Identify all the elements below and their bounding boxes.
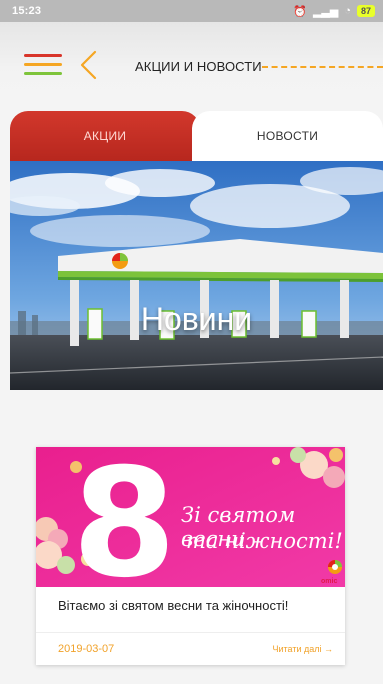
- status-icons: ⏰ ▂▃▅ ◔ 87: [293, 5, 375, 18]
- news-card[interactable]: 8 Зі святом весни та ніжності! omic Віта…: [36, 447, 345, 665]
- alarm-icon: ⏰: [293, 5, 307, 18]
- brand-name: omic: [321, 578, 338, 585]
- gas-station-illustration: [10, 161, 383, 390]
- tab-news[interactable]: НОВОСТИ: [192, 111, 383, 161]
- omic-logo-icon: [328, 560, 342, 574]
- page-title: АКЦИИ И НОВОСТИ: [135, 59, 262, 74]
- tab-promotions[interactable]: АКЦИИ: [10, 111, 200, 161]
- banner-number: 8: [72, 447, 177, 587]
- app-bar: АКЦИИ И НОВОСТИ: [0, 22, 383, 106]
- hero-title: Новини: [140, 301, 253, 337]
- tab-bar: АКЦИИ НОВОСТИ: [10, 111, 383, 161]
- read-more-link[interactable]: Читати далі →: [272, 644, 333, 654]
- title-dashed-line: [262, 66, 383, 68]
- news-hero-image: Новини: [10, 161, 383, 390]
- battery-icon: 87: [356, 5, 375, 17]
- status-time: 15:23: [12, 5, 42, 17]
- hamburger-menu-icon[interactable]: [24, 54, 62, 76]
- card-footer: 2019-03-07 Читати далі →: [36, 632, 345, 665]
- wifi-icon: ◔: [344, 5, 351, 17]
- banner-headline-line2: та ніжності!: [186, 529, 343, 553]
- back-arrow-icon[interactable]: [76, 50, 102, 80]
- news-banner-image: 8 Зі святом весни та ніжності! omic: [36, 447, 345, 587]
- news-date: 2019-03-07: [58, 643, 115, 655]
- signal-icon: ▂▃▅: [312, 5, 339, 18]
- status-bar: 15:23 ⏰ ▂▃▅ ◔ 87: [0, 0, 383, 22]
- news-summary: Вітаємо зі святом весни та жіночності!: [58, 598, 289, 613]
